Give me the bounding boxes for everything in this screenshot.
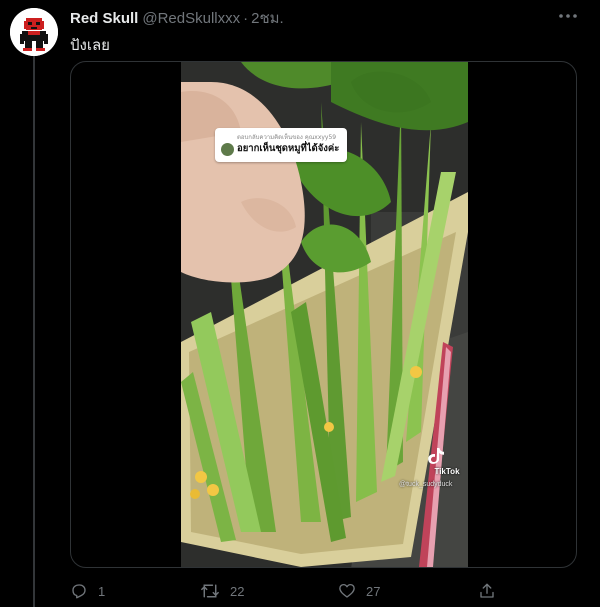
retweet-button[interactable]: 22: [200, 578, 244, 604]
retweet-icon: [201, 584, 219, 598]
tiktok-logo-icon: [428, 448, 444, 464]
share-button[interactable]: [478, 578, 496, 604]
tiktok-label: TikTok: [434, 467, 460, 476]
timestamp[interactable]: 2ชม.: [251, 6, 284, 30]
share-icon: [480, 583, 494, 598]
comment-sticker: ตอบกลับความคิดเห็นของ คุณxxyy59 อยากเห็น…: [215, 128, 347, 162]
tweet-header: Red Skull @RedSkullxxx · 2ชม.: [70, 8, 284, 28]
thread-line: [33, 56, 35, 607]
commenter-avatar: [221, 143, 234, 156]
tweet-text: ปังเลย: [70, 36, 110, 54]
reply-button[interactable]: 1: [70, 578, 105, 604]
display-name[interactable]: Red Skull: [70, 10, 138, 27]
tweet-actions: 1 22 27: [70, 578, 510, 604]
tweet[interactable]: Red Skull @RedSkullxxx · 2ชม. ปังเลย ตอบ…: [0, 0, 600, 607]
retweet-count: 22: [230, 583, 245, 599]
avatar[interactable]: [10, 8, 58, 56]
like-button[interactable]: 27: [338, 578, 380, 604]
like-count: 27: [366, 583, 381, 599]
video-player[interactable]: ตอบกลับความคิดเห็นของ คุณxxyy59 อยากเห็น…: [181, 62, 468, 567]
tiktok-watermark: TikTok: [427, 446, 467, 476]
separator-dot: ·: [243, 9, 249, 27]
reply-icon: [72, 584, 86, 599]
comment-text: อยากเห็นชุดหมูที่ได้จังค่ะ: [237, 143, 340, 154]
media-container[interactable]: ตอบกลับความคิดเห็นของ คุณxxyy59 อยากเห็น…: [70, 61, 577, 568]
more-button[interactable]: [556, 6, 580, 26]
tiktok-handle: @tuck_sudyduck: [399, 481, 453, 488]
more-icon: [559, 14, 577, 18]
reply-count: 1: [98, 583, 106, 599]
user-handle[interactable]: @RedSkullxxx: [142, 10, 240, 27]
heart-icon: [339, 583, 355, 598]
red-skull-avatar-icon: [10, 8, 58, 56]
